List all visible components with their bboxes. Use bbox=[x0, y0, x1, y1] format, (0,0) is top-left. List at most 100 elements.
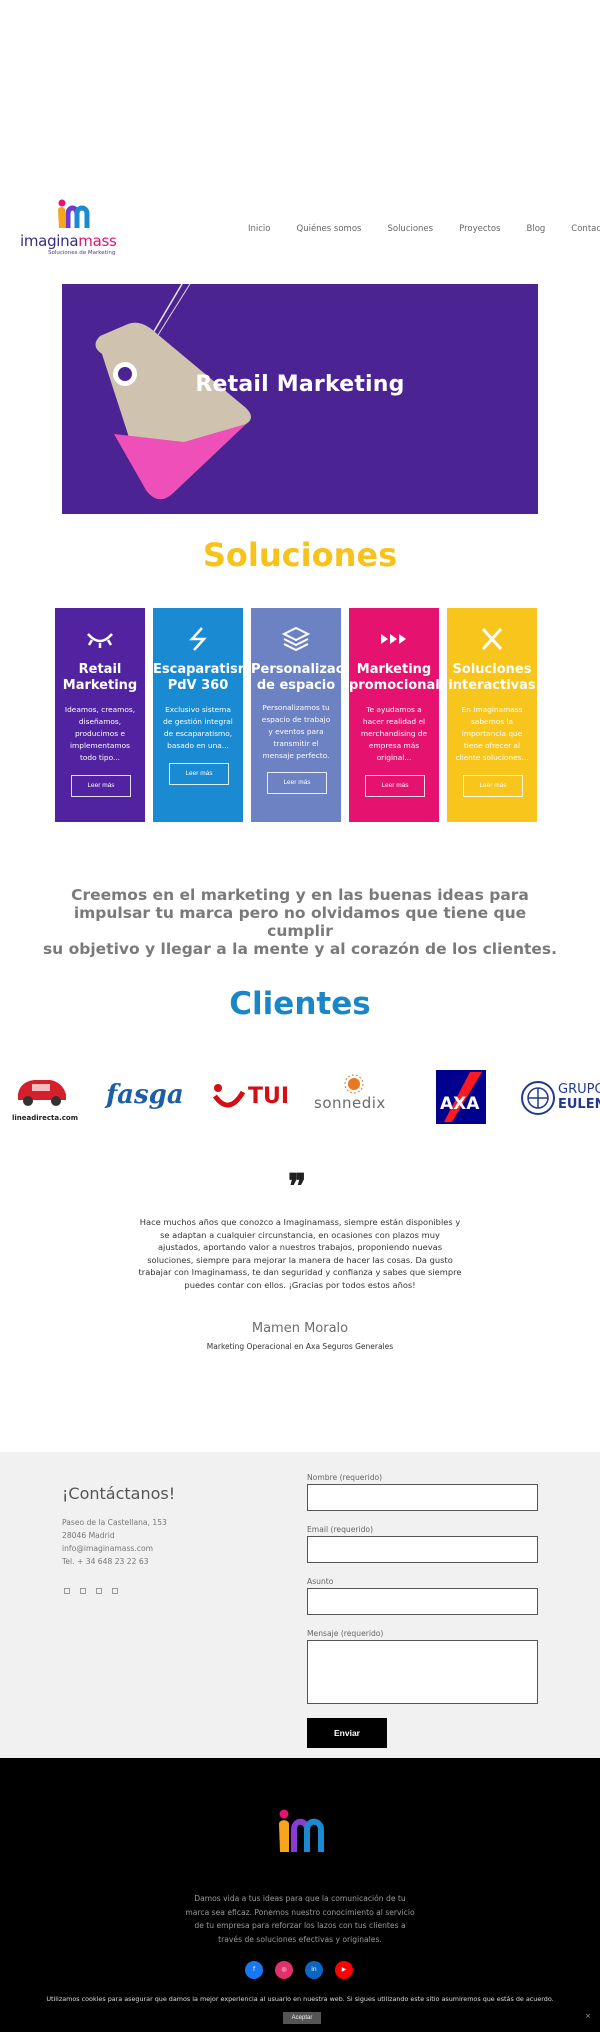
facebook-icon[interactable]: f bbox=[245, 1961, 263, 1979]
statement-line: impulsar tu marca pero no olvidamos que … bbox=[73, 904, 527, 940]
contact-section: ¡Contáctanos! Paseo de la Castellana, 15… bbox=[0, 1452, 600, 1758]
nav-blog[interactable]: Blog bbox=[527, 224, 546, 234]
logo-mark-icon bbox=[58, 199, 90, 228]
testimonial-author: Mamen Moralo bbox=[251, 1321, 349, 1336]
site-footer: Damos vida a tus ideas para que la comun… bbox=[0, 1758, 600, 2032]
site-header: imaginamass Soluciones de Marketing Inic… bbox=[0, 190, 600, 270]
nav-contacto[interactable]: Contacto bbox=[571, 224, 600, 234]
leer-mas-button[interactable]: Leer más bbox=[463, 775, 523, 797]
client-logo-tui: TUI bbox=[212, 1070, 292, 1124]
eulen-emblem-icon bbox=[521, 1081, 555, 1115]
contact-phone: Tel. + 34 648 23 22 63 bbox=[62, 1557, 149, 1566]
instagram-icon[interactable] bbox=[80, 1588, 86, 1594]
client-logo-fasga: fasga bbox=[106, 1070, 188, 1124]
site-logo[interactable]: imaginamass Soluciones de Marketing bbox=[20, 198, 128, 258]
client-logo-text: EULEN bbox=[558, 1097, 600, 1112]
nav-quienes-somos[interactable]: Quiénes somos bbox=[297, 224, 362, 234]
car-icon bbox=[18, 1080, 66, 1106]
client-logo-text: GRUPO bbox=[558, 1082, 600, 1097]
footer-logo-icon bbox=[279, 1809, 324, 1852]
client-logo-eulen: GRUPO EULEN bbox=[520, 1070, 600, 1124]
statement-line: Creemos en el marketing y en las buenas … bbox=[71, 886, 529, 904]
bolt-icon bbox=[189, 627, 207, 651]
clientes-heading: Clientes bbox=[229, 986, 371, 1022]
contact-info: Paseo de la Castellana, 153 28046 Madrid… bbox=[62, 1516, 167, 1568]
quote-icon: ❞ bbox=[288, 1167, 307, 1207]
name-field[interactable] bbox=[307, 1484, 538, 1511]
message-label: Mensaje (requerido) bbox=[307, 1629, 384, 1638]
facebook-icon[interactable] bbox=[64, 1588, 70, 1594]
client-logo-sonnedix: sonnedix bbox=[314, 1070, 400, 1124]
card-title: Personalizac de espacio bbox=[251, 662, 341, 693]
sun-icon bbox=[344, 1074, 364, 1094]
client-logo-axa: AXA bbox=[436, 1070, 486, 1124]
close-icon bbox=[481, 627, 503, 651]
message-field[interactable] bbox=[307, 1640, 538, 1704]
soluciones-heading: Soluciones bbox=[202, 536, 398, 574]
eye-icon bbox=[87, 633, 113, 648]
client-logo-text: lineadirecta.com bbox=[12, 1114, 78, 1122]
footer-description: Damos vida a tus ideas para que la comun… bbox=[185, 1894, 415, 1944]
linkedin-icon[interactable]: in bbox=[305, 1961, 323, 1979]
leer-mas-button[interactable]: Leer más bbox=[365, 775, 425, 797]
hero-banner[interactable]: Retail Marketing bbox=[62, 284, 538, 514]
cookie-accept-button[interactable]: Aceptar bbox=[283, 2012, 321, 2024]
submit-button[interactable]: Enviar bbox=[307, 1718, 387, 1748]
statement-line: su objetivo y llegar a la mente y al cor… bbox=[42, 940, 558, 958]
hero-title: Retail Marketing bbox=[195, 372, 405, 397]
price-tag-image bbox=[95, 284, 251, 500]
card-title: Soluciones interactivas bbox=[448, 662, 536, 693]
contact-heading: ¡Contáctanos! bbox=[62, 1484, 176, 1503]
subject-field[interactable] bbox=[307, 1588, 538, 1615]
tui-smile-icon bbox=[212, 1084, 246, 1108]
card-title: Escaparatism PdV 360 bbox=[153, 662, 243, 693]
instagram-icon[interactable]: ◎ bbox=[275, 1961, 293, 1979]
youtube-icon[interactable]: ▶ bbox=[335, 1961, 353, 1979]
footer-social-links: f ◎ in ▶ bbox=[245, 1961, 353, 1979]
client-logo-text: sonnedix bbox=[314, 1094, 386, 1112]
main-nav: Inicio Quiénes somos Soluciones Proyecto… bbox=[248, 224, 600, 234]
card-title: Retail Marketing bbox=[62, 662, 138, 693]
client-logos-carousel: lineadirecta.com fasga TUI sonnedix AXA … bbox=[0, 1070, 600, 1124]
client-logo-text: TUI bbox=[248, 1084, 290, 1109]
soluciones-cards: Retail Marketing Ideamos, creamos, diseña… bbox=[55, 608, 537, 822]
leer-mas-button[interactable]: Leer más bbox=[267, 772, 327, 794]
card-soluciones-interactivas[interactable]: Soluciones interactivas En Imaginamass sa… bbox=[447, 608, 537, 822]
email-field[interactable] bbox=[307, 1536, 538, 1563]
logo-wordmark: imaginamass bbox=[20, 232, 117, 250]
nav-soluciones[interactable]: Soluciones bbox=[387, 224, 433, 234]
leer-mas-button[interactable]: Leer más bbox=[71, 775, 131, 797]
card-marketing-promocional[interactable]: Marketing promocional Te ayudamos a hacer… bbox=[349, 608, 439, 822]
card-personalizacion-espacios[interactable]: Personalizac de espacio Personalizamos tu… bbox=[251, 608, 341, 822]
forward-icon bbox=[381, 634, 406, 644]
client-logo-text: fasga bbox=[106, 1080, 184, 1110]
contact-city: 28046 Madrid bbox=[62, 1531, 115, 1540]
client-logo-text: AXA bbox=[440, 1094, 480, 1114]
card-text: Te ayudamos a hacer realidad el merchand… bbox=[360, 705, 428, 762]
card-escaparatismo[interactable]: Escaparatism PdV 360 Exclusivo sistema de… bbox=[153, 608, 243, 822]
logo-tagline: Soluciones de Marketing bbox=[48, 250, 116, 256]
linkedin-icon[interactable] bbox=[96, 1588, 102, 1594]
email-label: Email (requerido) bbox=[307, 1525, 374, 1534]
layers-icon bbox=[281, 626, 311, 652]
youtube-icon[interactable] bbox=[112, 1588, 118, 1594]
name-label: Nombre (requerido) bbox=[307, 1473, 383, 1482]
card-text: Personalizamos tu espacio de trabajo y e… bbox=[261, 703, 331, 760]
testimonial-text: Hace muchos años que conozco a Imaginama… bbox=[138, 1217, 462, 1290]
contact-social-links bbox=[64, 1588, 118, 1594]
cookie-notice: Utilizamos cookies para asegurar que dam… bbox=[46, 1995, 554, 2003]
cookie-close-icon[interactable]: × bbox=[585, 2012, 591, 2020]
card-title: Marketing promocional bbox=[349, 662, 439, 693]
card-text: Exclusivo sistema de gestión integral de… bbox=[163, 705, 233, 750]
card-retail-marketing[interactable]: Retail Marketing Ideamos, creamos, diseña… bbox=[55, 608, 145, 822]
nav-proyectos[interactable]: Proyectos bbox=[459, 224, 500, 234]
card-text: En Imaginamass sabemos la importancia qu… bbox=[455, 705, 529, 762]
testimonial-role: Marketing Operacional en Axa Seguros Gen… bbox=[206, 1342, 394, 1351]
subject-label: Asunto bbox=[307, 1577, 334, 1586]
client-logo-lineadirecta: lineadirecta.com bbox=[10, 1070, 78, 1124]
card-text: Ideamos, creamos, diseñamos, producimos … bbox=[64, 705, 136, 762]
contact-email[interactable]: info@imaginamass.com bbox=[62, 1542, 167, 1555]
nav-inicio[interactable]: Inicio bbox=[248, 224, 271, 234]
contact-address: Paseo de la Castellana, 153 bbox=[62, 1518, 167, 1527]
leer-mas-button[interactable]: Leer más bbox=[169, 763, 229, 785]
